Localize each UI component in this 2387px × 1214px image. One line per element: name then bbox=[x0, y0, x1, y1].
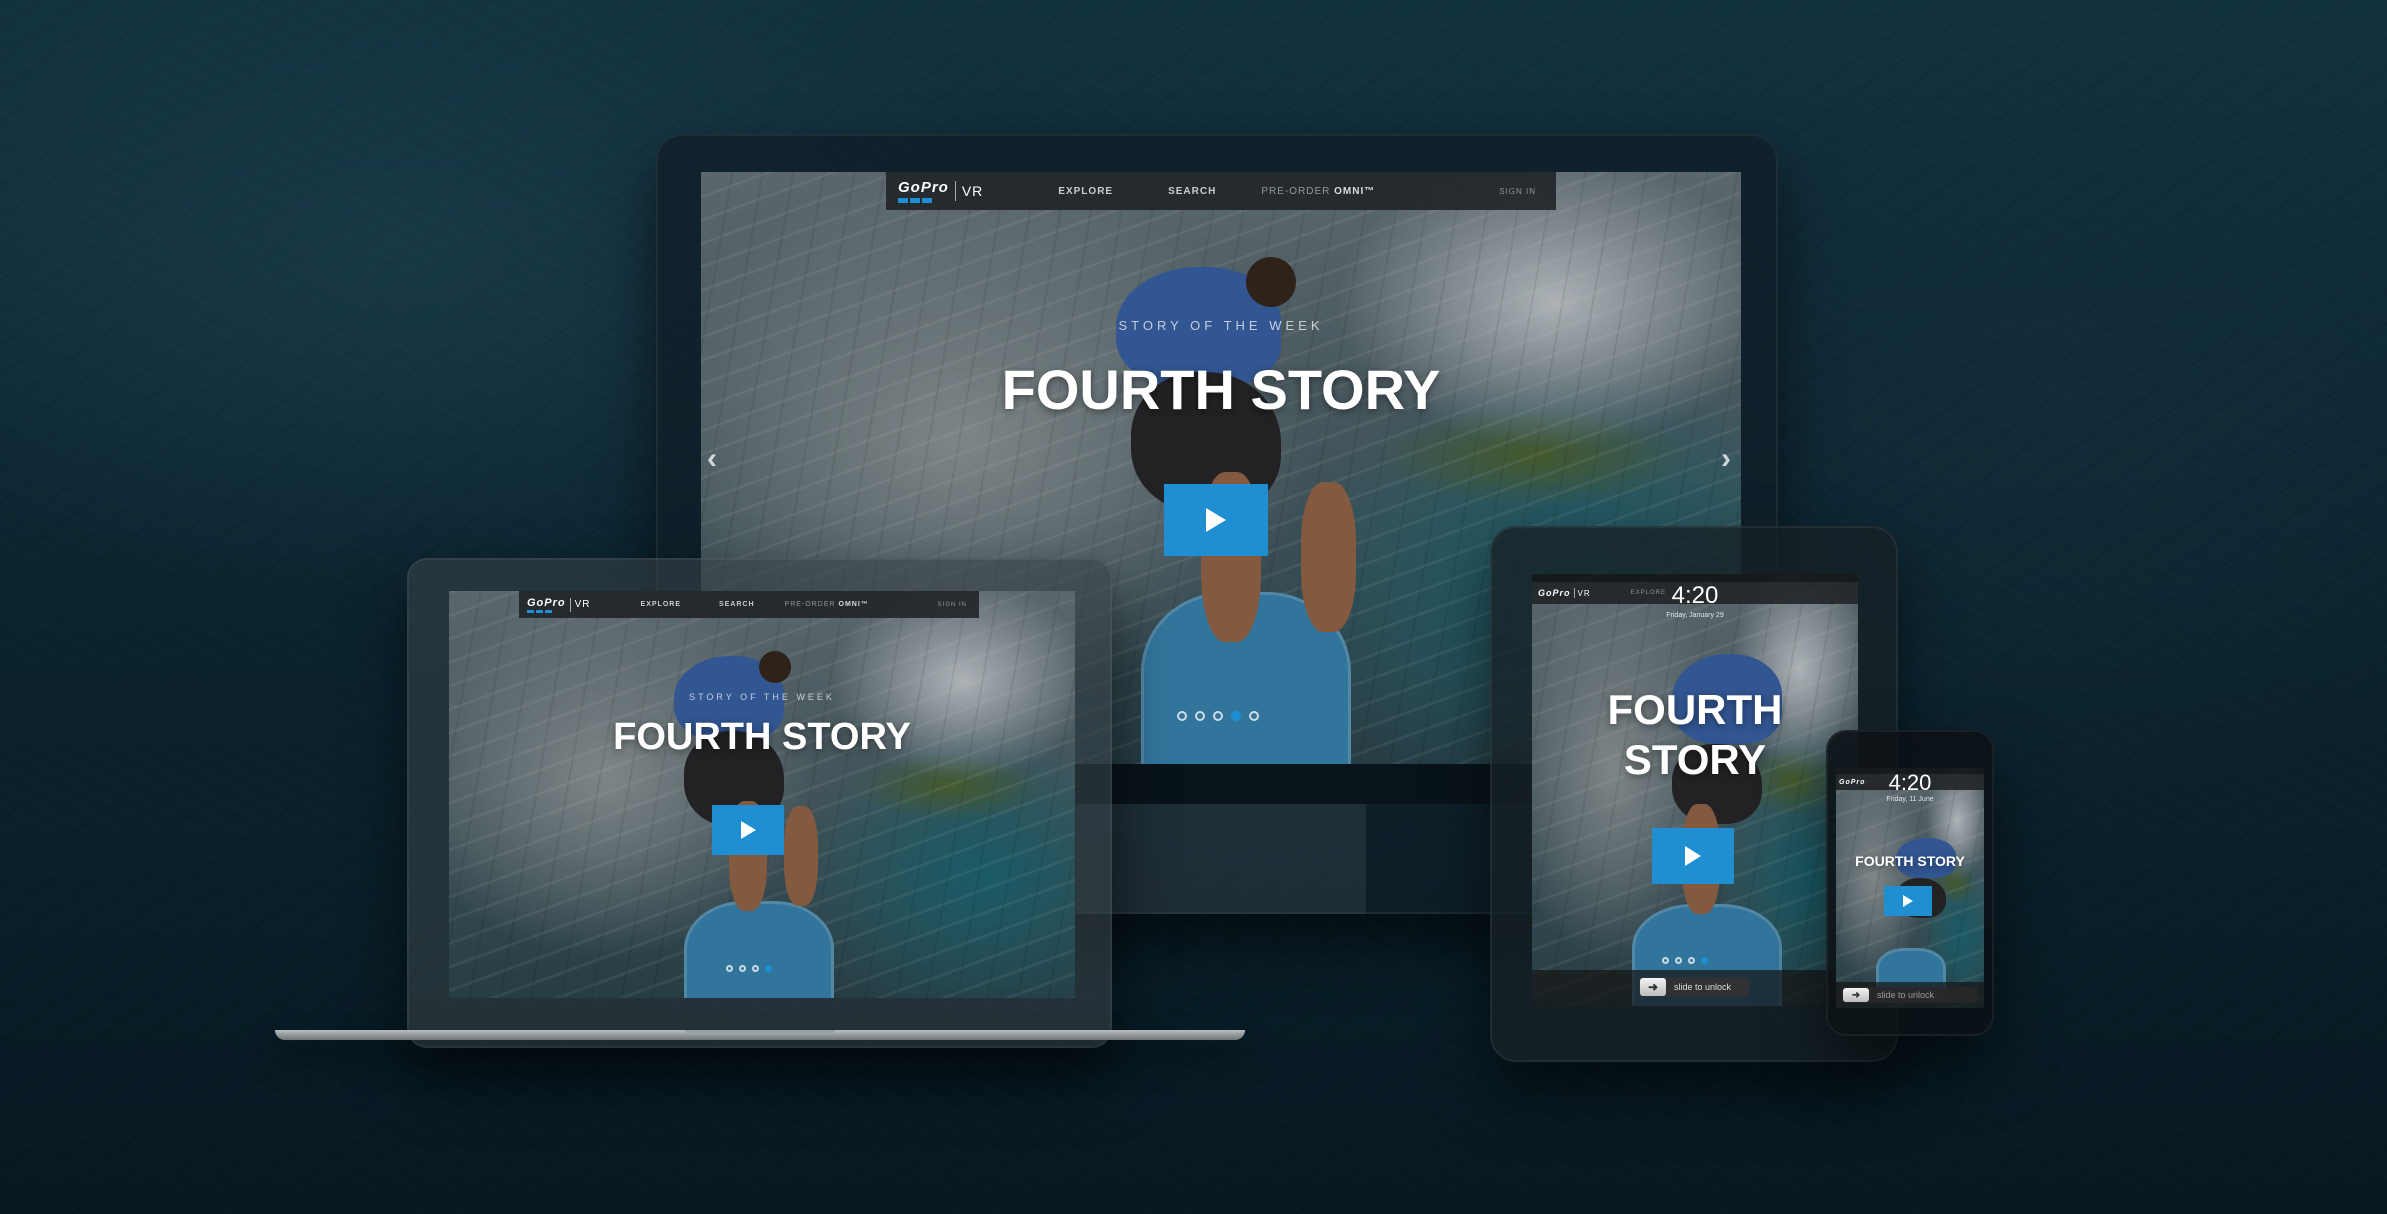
site-navbar: GoPro VR EXPLORE SEARCH PRE-ORDER OMNI™ … bbox=[519, 591, 979, 618]
slide-to-unlock-label: slide to unlock bbox=[1674, 982, 1732, 992]
play-icon bbox=[1903, 895, 1913, 907]
tablet-screen: GoPro VR EXPLORE 4:20 Friday, January 29… bbox=[1532, 574, 1858, 1006]
carousel-dot[interactable] bbox=[752, 965, 759, 972]
vr-label: VR bbox=[961, 183, 984, 199]
gopro-color-bars bbox=[898, 198, 949, 203]
gopro-wordmark: GoPro bbox=[527, 596, 566, 609]
nav-explore[interactable]: EXPLORE bbox=[641, 601, 681, 608]
carousel-dot-active[interactable] bbox=[765, 965, 772, 972]
slide-to-unlock-label: slide to unlock bbox=[1877, 990, 1935, 1000]
carousel-dot[interactable] bbox=[726, 965, 733, 972]
carousel-next-arrow[interactable]: › bbox=[1721, 442, 1731, 476]
carousel-dot[interactable] bbox=[1662, 957, 1669, 964]
story-title-line2: STORY bbox=[1623, 736, 1767, 783]
phone-unlock-bar: ➜ slide to unlock bbox=[1836, 982, 1984, 1008]
slide-to-unlock-track[interactable]: ➜ slide to unlock bbox=[1842, 987, 1978, 1003]
play-button[interactable] bbox=[1164, 484, 1268, 556]
story-title: FOURTH STORY bbox=[1001, 358, 1441, 421]
phone-lock-date: Friday, 11 June bbox=[1886, 796, 1934, 803]
carousel-dots bbox=[1662, 957, 1708, 964]
nav-search[interactable]: SEARCH bbox=[1168, 186, 1216, 197]
nav-explore[interactable]: EXPLORE bbox=[1058, 186, 1113, 197]
nav-signin[interactable]: SIGN IN bbox=[938, 602, 967, 608]
nav-search[interactable]: SEARCH bbox=[719, 601, 755, 608]
carousel-dot[interactable] bbox=[1249, 711, 1259, 721]
nav-signin[interactable]: SIGN IN bbox=[1499, 187, 1536, 196]
slide-arrow-icon[interactable]: ➜ bbox=[1640, 978, 1666, 996]
play-button[interactable] bbox=[1652, 828, 1734, 884]
phone-screen: GoPro 4:20 Friday, 11 June FOURTH STORY … bbox=[1836, 768, 1984, 1008]
tablet-status-bar bbox=[1532, 574, 1858, 582]
story-title: FOURTH STORY bbox=[613, 716, 911, 758]
play-icon bbox=[1685, 846, 1701, 866]
nav-preorder[interactable]: PRE-ORDER OMNI™ bbox=[1261, 186, 1375, 197]
slide-arrow-icon[interactable]: ➜ bbox=[1843, 988, 1869, 1002]
slide-to-unlock-track[interactable]: ➜ slide to unlock bbox=[1639, 977, 1749, 997]
phone-lock-time: 4:20 bbox=[1888, 770, 1932, 795]
carousel-dot[interactable] bbox=[739, 965, 746, 972]
carousel-dots bbox=[726, 965, 772, 972]
smartphone: GoPro 4:20 Friday, 11 June FOURTH STORY … bbox=[1826, 730, 1994, 1036]
gopro-vr-logo[interactable]: GoPro VR bbox=[898, 179, 983, 203]
tablet-lock-time: 4:20 bbox=[1671, 582, 1719, 609]
story-title-line1: FOURTH bbox=[1607, 686, 1783, 733]
story-title: FOURTH STORY bbox=[1855, 853, 1965, 869]
gopro-vr-logo[interactable]: GoPro VR bbox=[527, 597, 591, 613]
laptop: GoPro VR EXPLORE SEARCH PRE-ORDER OMNI™ … bbox=[275, 558, 1245, 1058]
site-navbar: GoPro VR EXPLORE SEARCH PRE-ORDER OMNI™ … bbox=[886, 172, 1556, 210]
story-kicker: STORY OF THE WEEK bbox=[689, 692, 835, 702]
gopro-color-bars bbox=[527, 609, 566, 613]
play-button[interactable] bbox=[1884, 886, 1932, 916]
tablet-unlock-bar: ➜ slide to unlock bbox=[1532, 970, 1858, 1006]
play-button[interactable] bbox=[712, 805, 784, 855]
gopro-wordmark: GoPro bbox=[898, 179, 949, 196]
carousel-dot[interactable] bbox=[1675, 957, 1682, 964]
laptop-notch bbox=[685, 1030, 835, 1035]
play-icon bbox=[1206, 508, 1226, 532]
carousel-prev-arrow[interactable]: ‹ bbox=[707, 442, 717, 476]
laptop-screen: GoPro VR EXPLORE SEARCH PRE-ORDER OMNI™ … bbox=[449, 591, 1075, 998]
carousel-dot-active[interactable] bbox=[1701, 957, 1708, 964]
vr-label: VR bbox=[574, 599, 591, 610]
play-icon bbox=[740, 821, 756, 839]
story-kicker: STORY OF THE WEEK bbox=[1118, 318, 1324, 333]
nav-preorder[interactable]: PRE-ORDER OMNI™ bbox=[785, 601, 869, 608]
tablet-lock-date: Friday, January 29 bbox=[1666, 612, 1724, 619]
carousel-dot[interactable] bbox=[1688, 957, 1695, 964]
